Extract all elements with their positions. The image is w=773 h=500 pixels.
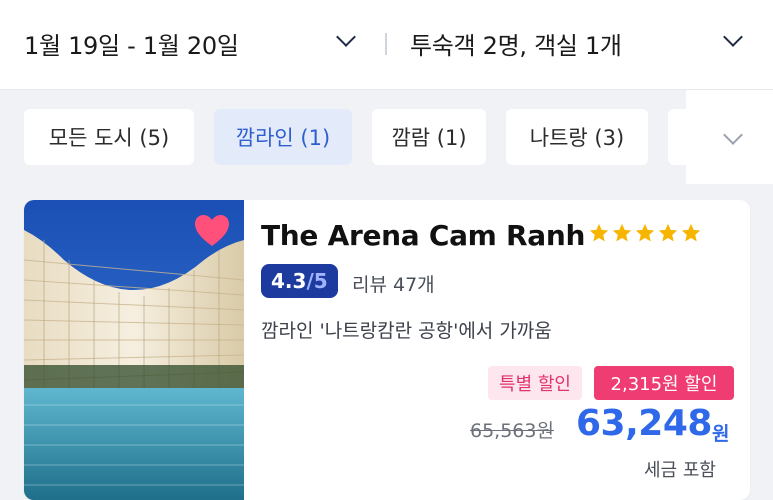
rating-max: /5 (306, 269, 328, 293)
rating-score: 4.3 (271, 269, 307, 293)
hotel-name[interactable]: The Arena Cam Ranh (261, 219, 585, 252)
star-icon (635, 223, 655, 242)
star-icon (612, 223, 632, 242)
city-filter-all[interactable]: 모든 도시 (5) (24, 109, 194, 165)
original-price: 65,563원 (470, 420, 554, 442)
search-bar: 1월 19일 - 1월 20일 투숙객 2명, 객실 1개 (0, 0, 773, 90)
special-discount-tag: 특별 할인 (488, 366, 582, 400)
hotel-card[interactable]: The Arena Cam Ranh 4.3/5 리뷰 47개 깜라인 '나트랑… (24, 200, 750, 500)
price-currency: 원 (712, 423, 730, 445)
star-rating (588, 222, 702, 244)
city-filter-bar: 모든 도시 (5) 깜라인 (1) 깜람 (1) 나트랑 (3) (0, 90, 773, 184)
star-icon (589, 223, 609, 242)
date-range-selector[interactable]: 1월 19일 - 1월 20일 (24, 26, 239, 61)
chevron-down-icon[interactable] (336, 27, 356, 47)
divider (385, 33, 387, 55)
chevron-down-icon[interactable] (723, 27, 743, 47)
city-filter-cam-ranh[interactable]: 깜람 (1) (372, 109, 486, 165)
hotel-location: 깜라인 '나트랑캄란 공항'에서 가까움 (261, 320, 552, 342)
review-count[interactable]: 리뷰 47개 (352, 270, 435, 297)
guests-rooms-selector[interactable]: 투숙객 2명, 객실 1개 (410, 26, 622, 61)
discount-amount-tag: 2,315원 할인 (594, 366, 734, 400)
rating-badge: 4.3/5 (261, 264, 338, 298)
heart-icon[interactable] (194, 214, 230, 248)
discounted-price: 63,248 (576, 403, 712, 444)
hotel-photo[interactable] (24, 200, 244, 500)
tax-included-note: 세금 포함 (644, 460, 716, 481)
star-icon (681, 223, 701, 242)
city-filter-nha-trang[interactable]: 나트랑 (3) (506, 109, 648, 165)
city-filter-cam-lam[interactable]: 깜라인 (1) (214, 109, 352, 165)
star-icon (658, 223, 678, 242)
